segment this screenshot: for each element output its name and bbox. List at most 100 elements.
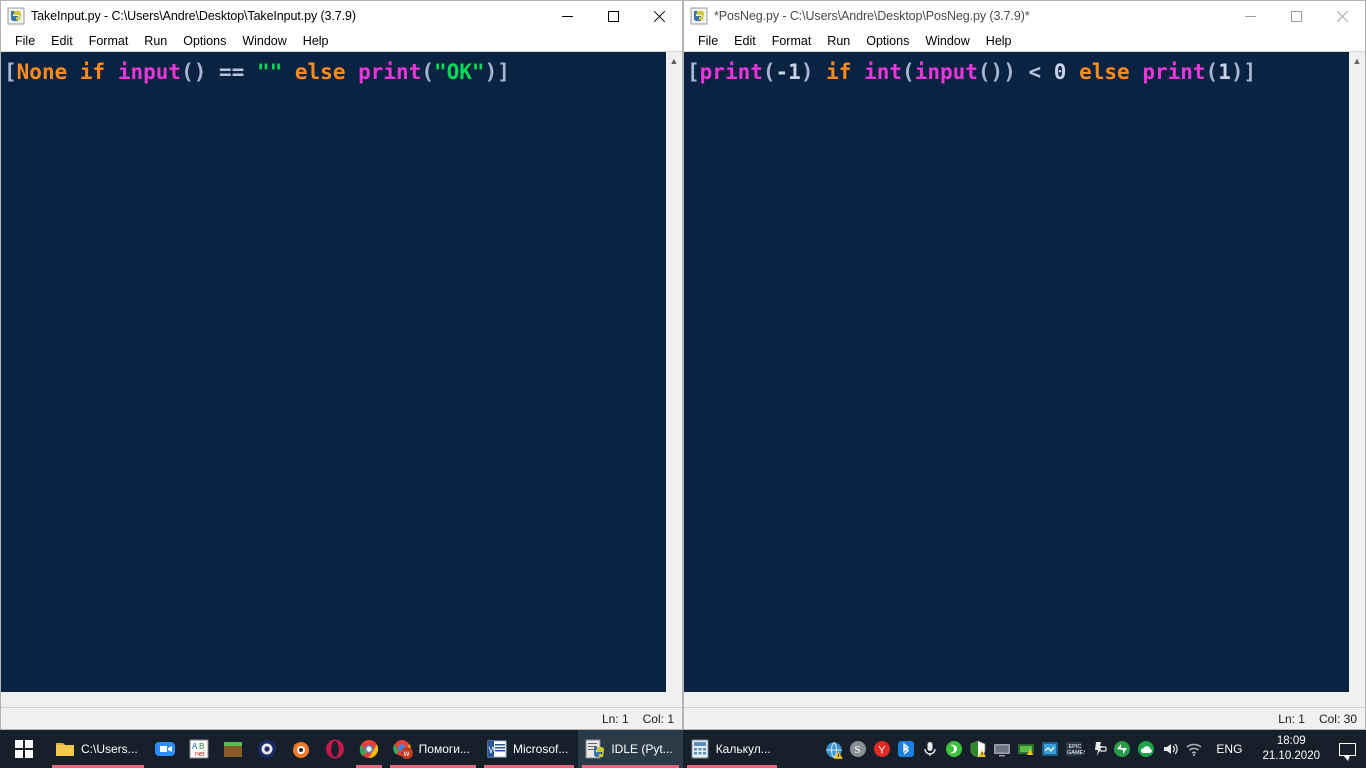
- code-token: ()): [977, 60, 1016, 84]
- code-token: print: [1142, 60, 1206, 84]
- display-icon[interactable]: [1014, 730, 1038, 768]
- word-icon: W: [486, 738, 508, 760]
- maximize-button[interactable]: [590, 1, 636, 31]
- bluetooth-icon[interactable]: [894, 730, 918, 768]
- kaspersky-icon[interactable]: [966, 730, 990, 768]
- skype-icon[interactable]: S: [846, 730, 870, 768]
- taskbar-item-idle[interactable]: IDLE (Pyt...: [578, 730, 683, 768]
- yandex-icon[interactable]: Y: [870, 730, 894, 768]
- code-line-1[interactable]: [None if input() == "" else print("OK")]: [1, 52, 682, 83]
- menu-options[interactable]: Options: [858, 31, 917, 52]
- network-warning-icon[interactable]: [822, 730, 846, 768]
- cinema4d-icon: [256, 738, 278, 760]
- wifi-icon[interactable]: [1182, 730, 1206, 768]
- taskbar-item-zoom[interactable]: [148, 730, 182, 768]
- menubar[interactable]: File Edit Format Run Options Window Help: [684, 31, 1365, 52]
- taskbar-item-word[interactable]: W Microsof...: [480, 730, 578, 768]
- svg-text:w: w: [402, 749, 409, 758]
- line-indicator: Ln: 1: [1278, 711, 1305, 726]
- security-warning-icon[interactable]: [990, 730, 1014, 768]
- notifications-icon[interactable]: [1330, 730, 1364, 768]
- menu-run[interactable]: Run: [819, 31, 858, 52]
- onedrive-icon[interactable]: [1134, 730, 1158, 768]
- idle-window-posneg[interactable]: *PosNeg.py - C:\Users\Andre\Desktop\PosN…: [683, 0, 1366, 730]
- minimize-button[interactable]: [1227, 1, 1273, 31]
- code-token: if: [79, 60, 106, 84]
- taskbar-item-abbyy[interactable]: A Bnet: [182, 730, 216, 768]
- menu-edit[interactable]: Edit: [726, 31, 764, 52]
- window-controls[interactable]: [544, 1, 682, 31]
- vertical-scrollbar[interactable]: ▲ ▼: [1348, 52, 1365, 707]
- menu-help[interactable]: Help: [295, 31, 337, 52]
- code-token: (: [762, 60, 776, 84]
- menu-edit[interactable]: Edit: [43, 31, 81, 52]
- menu-run[interactable]: Run: [136, 31, 175, 52]
- titlebar[interactable]: *PosNeg.py - C:\Users\Andre\Desktop\PosN…: [684, 1, 1365, 31]
- idle-window-takeinput[interactable]: TakeInput.py - C:\Users\Andre\Desktop\Ta…: [0, 0, 683, 730]
- code-token: (: [1205, 60, 1219, 84]
- tray-icons[interactable]: S Y EPIC GAMES: [822, 730, 1206, 768]
- line-indicator: Ln: 1: [601, 711, 629, 726]
- taskbar-item-minecraft[interactable]: [216, 730, 250, 768]
- microphone-icon[interactable]: [918, 730, 942, 768]
- code-token: ): [1230, 60, 1244, 84]
- taskbar-item-blender[interactable]: [284, 730, 318, 768]
- menu-help[interactable]: Help: [978, 31, 1020, 52]
- clock[interactable]: 18:09 21.10.2020: [1252, 734, 1330, 764]
- language-indicator[interactable]: ENG: [1206, 742, 1252, 756]
- window-title: *PosNeg.py - C:\Users\Andre\Desktop\PosN…: [714, 9, 1030, 23]
- taskbar-items[interactable]: C:\Users... A Bnet w Помоги... W Microsof... ID…: [48, 730, 781, 768]
- menu-window[interactable]: Window: [917, 31, 977, 52]
- taskbar-item-opera[interactable]: [318, 730, 352, 768]
- code-token: ): [484, 60, 498, 84]
- code-token: int: [864, 60, 903, 84]
- taskbar-item-cinema4d[interactable]: [250, 730, 284, 768]
- menu-format[interactable]: Format: [81, 31, 137, 52]
- desktop-screen: TakeInput.py - C:\Users\Andre\Desktop\Ta…: [0, 0, 1366, 768]
- code-token: ==: [206, 60, 257, 84]
- volume-icon[interactable]: [1158, 730, 1182, 768]
- window-controls[interactable]: [1227, 1, 1365, 31]
- network-settings-icon[interactable]: EPIC GAMES: [1062, 730, 1086, 768]
- zoom-icon: [154, 738, 176, 760]
- minecraft-icon: [222, 738, 244, 760]
- nvidia-icon[interactable]: [942, 730, 966, 768]
- taskbar-item-chrome[interactable]: [352, 730, 386, 768]
- code-token: 0: [1053, 60, 1067, 84]
- taskbar[interactable]: C:\Users... A Bnet w Помоги... W Microsof... ID…: [0, 730, 1366, 768]
- menu-file[interactable]: File: [7, 31, 43, 52]
- menu-window[interactable]: Window: [234, 31, 294, 52]
- scroll-up-arrow[interactable]: ▲: [666, 52, 682, 69]
- close-button[interactable]: [636, 1, 682, 31]
- menu-format[interactable]: Format: [764, 31, 820, 52]
- code-line-1[interactable]: [print(-1) if int(input()) < 0 else prin…: [684, 52, 1365, 83]
- svg-text:A: A: [192, 742, 198, 751]
- taskbar-item-chrome-word[interactable]: w Помоги...: [386, 730, 480, 768]
- battery-icon[interactable]: [1110, 730, 1134, 768]
- horizontal-scrollbar[interactable]: [1, 692, 682, 707]
- start-button[interactable]: [0, 730, 48, 768]
- python-idle-icon: [7, 7, 25, 25]
- taskbar-item-calculator[interactable]: Калькул...: [683, 730, 781, 768]
- graphics-icon[interactable]: [1038, 730, 1062, 768]
- menu-file[interactable]: File: [690, 31, 726, 52]
- titlebar[interactable]: TakeInput.py - C:\Users\Andre\Desktop\Ta…: [1, 1, 682, 31]
- code-token: [: [4, 60, 17, 84]
- svg-text:B: B: [199, 742, 204, 751]
- code-editor[interactable]: [None if input() == "" else print("OK")]…: [1, 52, 682, 707]
- horizontal-scrollbar[interactable]: [684, 692, 1365, 707]
- scroll-up-arrow[interactable]: ▲: [1349, 52, 1365, 69]
- taskbar-item-folder[interactable]: C:\Users...: [48, 730, 148, 768]
- close-button[interactable]: [1319, 1, 1365, 31]
- menubar[interactable]: File Edit Format Run Options Window Help: [1, 31, 682, 52]
- minimize-button[interactable]: [544, 1, 590, 31]
- menu-options[interactable]: Options: [175, 31, 234, 52]
- vertical-scrollbar[interactable]: ▲ ▼: [665, 52, 682, 707]
- maximize-button[interactable]: [1273, 1, 1319, 31]
- epic-games-icon[interactable]: [1086, 730, 1110, 768]
- system-tray[interactable]: S Y EPIC GAMES ENG 18:09 21.10.2020: [822, 730, 1366, 768]
- code-token: (: [421, 60, 434, 84]
- code-editor[interactable]: [print(-1) if int(input()) < 0 else prin…: [684, 52, 1365, 707]
